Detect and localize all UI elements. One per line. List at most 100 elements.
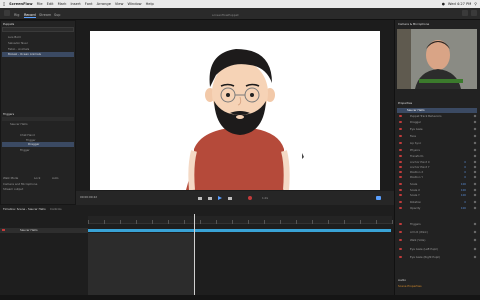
trigger-item-selected[interactable]: Dragger	[2, 142, 74, 147]
keyframe-icon[interactable]	[473, 255, 477, 259]
zoom-level[interactable]: 1.0x	[262, 196, 268, 200]
visibility-icon[interactable]	[399, 183, 402, 185]
tab-sup[interactable]: Sup	[54, 13, 60, 17]
clock[interactable]: Wed 4:27 PM	[448, 2, 471, 6]
step-forward-icon[interactable]	[228, 197, 232, 200]
trigger-item[interactable]: Saucer Hello	[10, 122, 28, 126]
visibility-icon[interactable]	[399, 155, 402, 157]
keyframe-icon[interactable]	[473, 200, 477, 204]
visibility-icon[interactable]	[399, 161, 402, 163]
visibility-icon[interactable]	[399, 115, 402, 117]
puppet-search-input[interactable]	[2, 27, 74, 32]
visibility-icon[interactable]	[399, 256, 402, 258]
record-arm-icon[interactable]	[2, 229, 5, 231]
visibility-icon[interactable]	[399, 239, 402, 241]
property-row[interactable]: Scale Y 100	[398, 193, 478, 198]
visibility-icon[interactable]	[399, 142, 402, 144]
property-row[interactable]: Physics	[398, 148, 478, 153]
property-row[interactable]: Lip Sync	[398, 141, 478, 146]
menu-view[interactable]: View	[115, 2, 124, 6]
menu-edit[interactable]: Edit	[47, 2, 54, 6]
apple-icon[interactable]: 	[3, 2, 5, 6]
tab-stream[interactable]: Stream	[39, 13, 51, 17]
menu-arrange[interactable]: Arrange	[97, 2, 111, 6]
keyframe-icon[interactable]	[473, 154, 477, 158]
property-row[interactable]: Face	[398, 134, 478, 139]
settings-icon[interactable]	[471, 10, 477, 16]
visibility-icon[interactable]	[399, 231, 402, 233]
property-row[interactable]: Puppet Track Behaviors	[398, 114, 478, 119]
auto-toggle[interactable]: Auto	[52, 176, 59, 180]
menu-insert[interactable]: Insert	[70, 2, 80, 6]
visibility-icon[interactable]	[399, 248, 402, 250]
wifi-icon[interactable]: ●	[442, 2, 445, 6]
tab-rig[interactable]: Rig	[14, 13, 19, 17]
visibility-icon[interactable]	[399, 189, 402, 191]
keyframe-icon[interactable]	[473, 170, 477, 174]
visibility-icon[interactable]	[399, 223, 402, 225]
puppet-item[interactable]: Salvador Nuer	[8, 41, 28, 45]
visibility-icon[interactable]	[399, 207, 402, 209]
property-value[interactable]: 100	[461, 182, 466, 186]
keyframe-icon[interactable]	[473, 148, 477, 152]
property-row[interactable]: Transform	[398, 154, 478, 159]
visibility-icon[interactable]	[399, 121, 402, 123]
trigger-item[interactable]: Trigger	[20, 148, 30, 152]
puppet-item-selected[interactable]: Bolsak - Ocean Animals	[2, 52, 74, 57]
property-row[interactable]: Rotation 0	[398, 200, 478, 205]
record-icon[interactable]	[248, 196, 252, 200]
visibility-icon[interactable]	[399, 149, 402, 151]
scene-track-clip[interactable]	[88, 229, 391, 232]
property-value[interactable]: 0	[464, 200, 466, 204]
property-row[interactable]: Dragger	[398, 120, 478, 125]
visibility-icon[interactable]	[399, 201, 402, 203]
scene-properties-label[interactable]: Scene Properties	[398, 284, 422, 288]
puppet-item[interactable]: Fabio - Animals	[8, 47, 29, 51]
property-value[interactable]: 0	[464, 160, 466, 164]
property-row[interactable]: Opacity 100	[398, 206, 478, 211]
home-icon[interactable]	[4, 10, 10, 16]
visibility-icon[interactable]	[399, 171, 402, 173]
property-row[interactable]: Scale 100	[398, 182, 478, 187]
keyframe-icon[interactable]	[473, 175, 477, 179]
property-value[interactable]: 100	[461, 193, 466, 197]
puppet-name[interactable]: Saucer Hello	[397, 108, 477, 113]
visibility-icon[interactable]	[399, 166, 402, 168]
menu-file[interactable]: File	[37, 2, 43, 6]
menu-help[interactable]: Help	[146, 2, 154, 6]
trigger-item[interactable]: Chat Hand	[20, 133, 35, 137]
keyframe-icon[interactable]	[473, 230, 477, 234]
share-icon[interactable]	[462, 10, 468, 16]
track-header[interactable]	[0, 228, 88, 233]
app-menu[interactable]: ScreenFlow	[9, 2, 32, 6]
keyframe-icon[interactable]	[473, 120, 477, 124]
tab-controls[interactable]: Controls	[50, 207, 62, 211]
fullscreen-icon[interactable]	[376, 196, 381, 200]
keyframe-icon[interactable]	[473, 165, 477, 169]
step-back-icon[interactable]	[208, 197, 212, 200]
time-ruler[interactable]	[88, 216, 393, 224]
menu-mark[interactable]: Mark	[58, 2, 67, 6]
keyframe-icon[interactable]	[473, 127, 477, 131]
keyframe-icon[interactable]	[473, 206, 477, 210]
property-row[interactable]: Position Y 0	[398, 175, 478, 180]
property-row[interactable]: Eye Gaze (Right Pupil)	[398, 255, 478, 260]
property-row[interactable]: Eye Gaze (Left Pupil)	[398, 247, 478, 252]
tab-record[interactable]: Record	[24, 13, 36, 18]
property-row[interactable]: Walk (Vote)	[398, 238, 478, 243]
keyframe-icon[interactable]	[473, 160, 477, 164]
property-value[interactable]: 0	[464, 170, 466, 174]
property-value[interactable]: 100	[461, 206, 466, 210]
play-icon[interactable]	[218, 196, 222, 200]
keyframe-icon[interactable]	[473, 134, 477, 138]
search-icon[interactable]: ⚲	[474, 2, 477, 6]
playhead[interactable]	[194, 214, 195, 295]
scene-canvas[interactable]	[90, 31, 380, 191]
keyframe-icon[interactable]	[473, 114, 477, 118]
puppet-item[interactable]: Luis Bold	[8, 35, 21, 39]
property-row[interactable]: Eye Gaze	[398, 127, 478, 132]
property-row[interactable]: Triggers	[398, 222, 478, 227]
property-value[interactable]: 0	[464, 165, 466, 169]
visibility-icon[interactable]	[399, 128, 402, 130]
property-value[interactable]: 100	[461, 188, 466, 192]
